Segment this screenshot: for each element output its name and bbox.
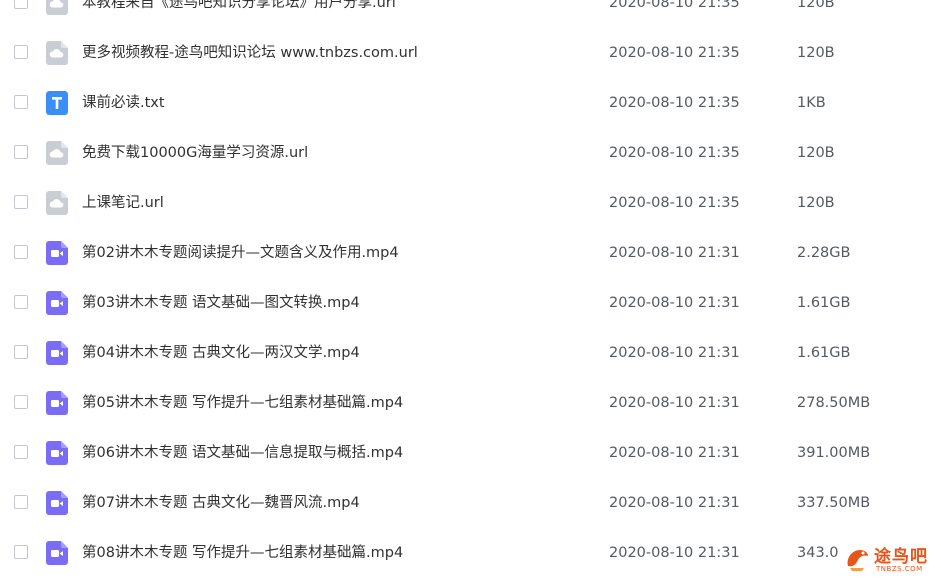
file-name[interactable]: 第08讲木木专题 写作提升—七组素材基础篇.mp4 <box>82 543 403 563</box>
file-size: 120B <box>797 0 835 11</box>
file-row[interactable]: 第07讲木木专题 古典文化—魏晋风流.mp4 2020-08-10 21:31 33… <box>0 478 941 528</box>
file-modified-date: 2020-08-10 21:35 <box>609 195 740 211</box>
file-row[interactable]: 第06讲木木专题 语文基础—信息提取与概括.mp4 2020-08-10 21:3… <box>0 428 941 478</box>
file-row[interactable]: 第03讲木木专题 语文基础—图文转换.mp4 2020-08-10 21:31 1.… <box>0 278 941 328</box>
row-checkbox[interactable] <box>14 0 28 9</box>
file-size: 278.50MB <box>797 395 871 411</box>
row-checkbox[interactable] <box>14 395 28 409</box>
file-row[interactable]: 第04讲木木专题 古典文化—两汉文学.mp4 2020-08-10 21:31 1.… <box>0 328 941 378</box>
link-file-icon <box>46 41 68 65</box>
file-list: 本教程来自《途鸟吧知识分享论坛》用户分享.url 2020-08-10 21:35… <box>0 0 941 582</box>
file-modified-date: 2020-08-10 21:35 <box>609 45 740 61</box>
row-checkbox[interactable] <box>14 445 28 459</box>
file-row[interactable]: 第08讲木木专题 写作提升—七组素材基础篇.mp4 2020-08-10 21:3… <box>0 528 941 578</box>
file-row[interactable]: 更多视频教程-途鸟吧知识论坛 www.tnbzs.com.url 2020-08-… <box>0 28 941 78</box>
file-row[interactable]: 本教程来自《途鸟吧知识分享论坛》用户分享.url 2020-08-10 21:35… <box>0 0 941 28</box>
file-size: 337.50MB <box>797 495 871 511</box>
file-name[interactable]: 第06讲木木专题 语文基础—信息提取与概括.mp4 <box>82 443 403 463</box>
video-file-icon <box>46 291 68 315</box>
file-size: 343.0 <box>797 545 839 561</box>
file-modified-date: 2020-08-10 21:31 <box>609 495 740 511</box>
file-modified-date: 2020-08-10 21:31 <box>609 445 740 461</box>
video-file-icon <box>46 341 68 365</box>
video-file-icon <box>46 441 68 465</box>
file-size: 2.28GB <box>797 245 851 261</box>
file-name[interactable]: 第07讲木木专题 古典文化—魏晋风流.mp4 <box>82 493 360 513</box>
file-modified-date: 2020-08-10 21:35 <box>609 0 740 11</box>
video-file-icon <box>46 241 68 265</box>
text-file-icon <box>46 91 68 115</box>
file-modified-date: 2020-08-10 21:35 <box>609 145 740 161</box>
row-checkbox[interactable] <box>14 195 28 209</box>
row-checkbox[interactable] <box>14 45 28 59</box>
file-modified-date: 2020-08-10 21:31 <box>609 295 740 311</box>
file-modified-date: 2020-08-10 21:31 <box>609 245 740 261</box>
row-checkbox[interactable] <box>14 245 28 259</box>
row-checkbox[interactable] <box>14 95 28 109</box>
file-name[interactable]: 上课笔记.url <box>82 193 164 213</box>
row-checkbox[interactable] <box>14 545 28 559</box>
file-size: 1.61GB <box>797 295 851 311</box>
file-name[interactable]: 第04讲木木专题 古典文化—两汉文学.mp4 <box>82 343 360 363</box>
file-row[interactable]: 课前必读.txt 2020-08-10 21:35 1KB <box>0 78 941 128</box>
watermark-text: 途鸟吧 <box>874 547 928 567</box>
file-name[interactable]: 第02讲木木专题阅读提升—文题含义及作用.mp4 <box>82 243 399 263</box>
bird-logo-icon <box>847 550 868 571</box>
file-size: 1KB <box>797 95 826 111</box>
file-name[interactable]: 免费下载10000G海量学习资源.url <box>82 143 308 163</box>
file-modified-date: 2020-08-10 21:31 <box>609 395 740 411</box>
link-file-icon <box>46 141 68 165</box>
row-checkbox[interactable] <box>14 495 28 509</box>
file-size: 120B <box>797 145 835 161</box>
file-name[interactable]: 更多视频教程-途鸟吧知识论坛 www.tnbzs.com.url <box>82 43 418 63</box>
file-modified-date: 2020-08-10 21:31 <box>609 545 740 561</box>
file-size: 1.61GB <box>797 345 851 361</box>
file-row[interactable]: 第02讲木木专题阅读提升—文题含义及作用.mp4 2020-08-10 21:31… <box>0 228 941 278</box>
row-checkbox[interactable] <box>14 145 28 159</box>
link-file-icon <box>46 191 68 215</box>
file-modified-date: 2020-08-10 21:31 <box>609 345 740 361</box>
file-row[interactable]: 第05讲木木专题 写作提升—七组素材基础篇.mp4 2020-08-10 21:3… <box>0 378 941 428</box>
file-row[interactable]: 免费下载10000G海量学习资源.url 2020-08-10 21:35 120B <box>0 128 941 178</box>
video-file-icon <box>46 491 68 515</box>
file-size: 120B <box>797 195 835 211</box>
file-size: 391.00MB <box>797 445 871 461</box>
file-name[interactable]: 第05讲木木专题 写作提升—七组素材基础篇.mp4 <box>82 393 403 413</box>
file-name[interactable]: 课前必读.txt <box>82 93 165 113</box>
file-row[interactable]: 上课笔记.url 2020-08-10 21:35 120B <box>0 178 941 228</box>
file-modified-date: 2020-08-10 21:35 <box>609 95 740 111</box>
video-file-icon <box>46 391 68 415</box>
watermark-subtext: TNBZS.COM <box>876 565 923 573</box>
row-checkbox[interactable] <box>14 345 28 359</box>
link-file-icon <box>46 0 68 15</box>
row-checkbox[interactable] <box>14 295 28 309</box>
watermark: 途鸟吧 TNBZS.COM <box>842 540 940 580</box>
video-file-icon <box>46 541 68 565</box>
file-name[interactable]: 本教程来自《途鸟吧知识分享论坛》用户分享.url <box>82 0 396 13</box>
file-name[interactable]: 第03讲木木专题 语文基础—图文转换.mp4 <box>82 293 360 313</box>
file-size: 120B <box>797 45 835 61</box>
